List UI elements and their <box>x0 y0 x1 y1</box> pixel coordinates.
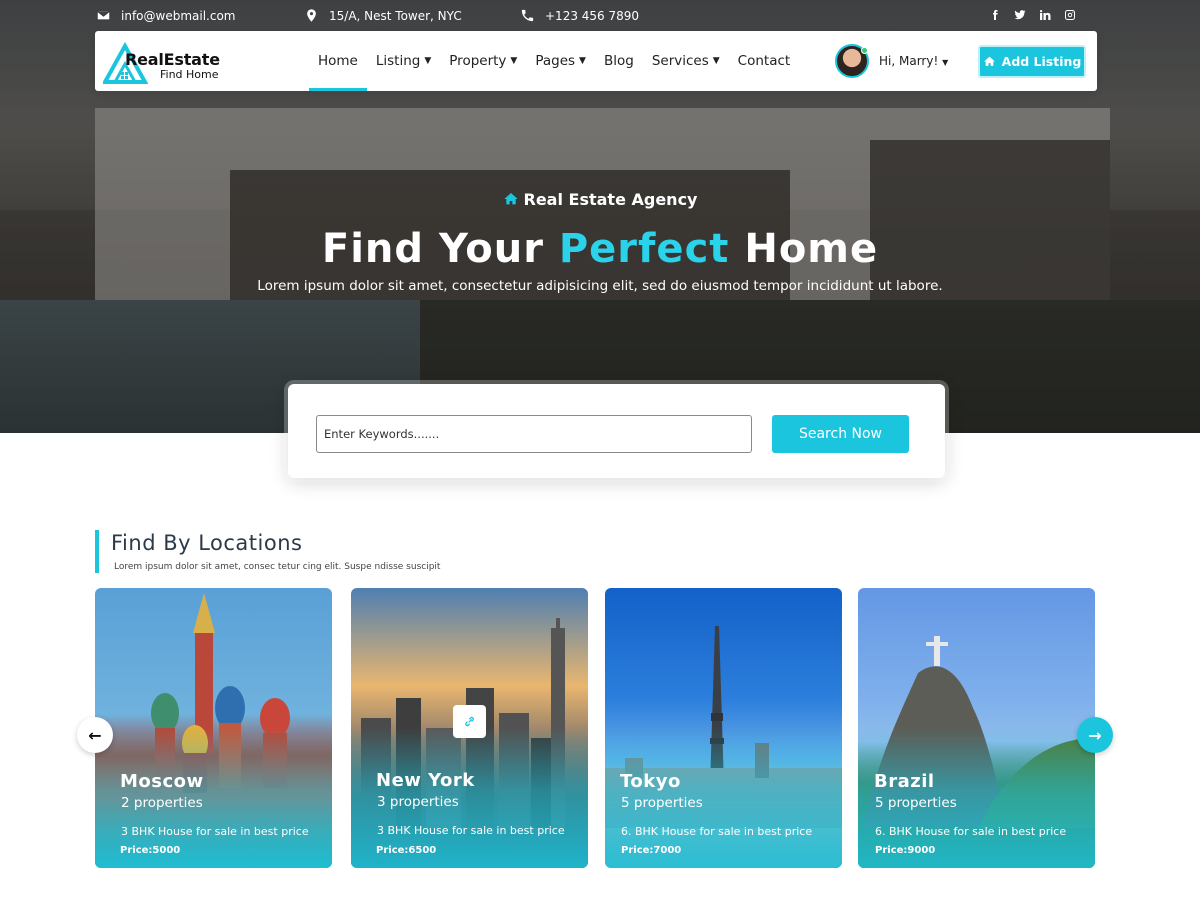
property-description: 3 BHK House for sale in best price <box>121 825 309 838</box>
property-price: Price:6500 <box>376 845 437 856</box>
facebook-icon[interactable] <box>989 9 1001 21</box>
logo-subtitle: Find Home <box>160 68 219 81</box>
nav-item-property[interactable]: Property ▼ <box>440 31 526 91</box>
nav-label: Property <box>449 53 507 69</box>
property-count: 5 properties <box>621 795 703 811</box>
property-count: 5 properties <box>875 795 957 811</box>
property-count: 2 properties <box>121 795 203 811</box>
main-navbar: RealEstate Find Home Home Listing ▼ Prope… <box>95 31 1097 91</box>
address-text: 15/A, Nest Tower, NYC <box>329 8 462 23</box>
nav-item-home[interactable]: Home <box>309 31 367 91</box>
property-description: 6. BHK House for sale in best price <box>875 825 1067 838</box>
home-icon <box>503 193 518 205</box>
nav-label: Pages <box>535 53 576 69</box>
nav-item-listing[interactable]: Listing ▼ <box>367 31 440 91</box>
carousel-prev-button[interactable]: ← <box>77 717 113 753</box>
hero-tagline: Real Estate Agency <box>0 190 1200 209</box>
link-button[interactable] <box>453 705 486 738</box>
linkedin-icon[interactable] <box>1039 9 1051 21</box>
property-count: 3 properties <box>377 794 459 810</box>
phone-contact[interactable]: +123 456 7890 <box>520 8 639 23</box>
nav-label: Listing <box>375 53 421 69</box>
chevron-down-icon: ▼ <box>712 56 720 66</box>
nav-item-pages[interactable]: Pages ▼ <box>526 31 595 91</box>
hero-title-end: Home <box>744 226 879 272</box>
home-icon <box>983 56 995 66</box>
avatar[interactable] <box>835 44 869 78</box>
location-name: Moscow <box>120 771 204 792</box>
location-name: New York <box>376 770 475 791</box>
nav-label: Blog <box>603 53 634 69</box>
search-now-button[interactable]: Search Now <box>772 415 909 453</box>
hero-tag-text: Real Estate Agency <box>523 190 698 209</box>
envelope-icon <box>96 10 111 21</box>
address-contact: 15/A, Nest Tower, NYC <box>304 8 462 23</box>
hero-subtitle: Lorem ipsum dolor sit amet, consectetur … <box>257 278 943 294</box>
instagram-icon[interactable] <box>1064 9 1076 21</box>
nav-item-services[interactable]: Services ▼ <box>643 31 729 91</box>
section-subtitle: Lorem ipsum dolor sit amet, consec tetur… <box>114 562 441 572</box>
property-description: 3 BHK House for sale in best price <box>377 824 565 837</box>
logo-title: RealEstate <box>125 50 220 69</box>
add-listing-label: Add Listing <box>1001 54 1082 69</box>
hero-title-accent: Perfect <box>558 226 730 272</box>
chevron-down-icon: ▼ <box>510 56 518 66</box>
location-card-brazil[interactable]: Brazil 5 properties 6. BHK House for sal… <box>858 588 1095 868</box>
property-description: 6. BHK House for sale in best price <box>621 825 813 838</box>
link-icon <box>465 716 474 727</box>
user-menu[interactable]: Hi, Marry! ▼ <box>835 44 948 78</box>
phone-text: +123 456 7890 <box>545 8 640 23</box>
carousel-next-button[interactable]: → <box>1077 717 1113 753</box>
top-info-bar: info@webmail.com 15/A, Nest Tower, NYC +… <box>0 0 1200 32</box>
location-name: Tokyo <box>620 771 681 792</box>
nav-label: Contact <box>737 53 791 69</box>
email-text: info@webmail.com <box>121 8 236 23</box>
property-price: Price:9000 <box>875 845 936 856</box>
chevron-down-icon: ▼ <box>424 56 432 66</box>
caret-down-icon: ▼ <box>942 58 949 67</box>
location-card-tokyo[interactable]: Tokyo 5 properties 6. BHK House for sale… <box>605 588 842 868</box>
nav-label: Home <box>318 53 358 69</box>
property-price: Price:5000 <box>120 845 181 856</box>
hero-title: Find Your Perfect Home <box>0 226 1200 272</box>
user-greeting[interactable]: Hi, Marry! ▼ <box>879 54 948 68</box>
location-name: Brazil <box>874 771 935 792</box>
section-title: Find By Locations <box>111 531 303 555</box>
nav-label: Services <box>651 53 709 69</box>
location-card-new-york[interactable]: New York 3 properties 3 BHK House for sa… <box>351 588 588 868</box>
phone-icon <box>521 9 534 22</box>
nav-item-blog[interactable]: Blog <box>595 31 643 91</box>
map-pin-icon <box>307 9 316 22</box>
twitter-icon[interactable] <box>1014 9 1026 21</box>
online-status-dot <box>861 47 868 54</box>
keyword-search-input[interactable] <box>316 415 752 453</box>
hero-title-start: Find Your <box>321 226 544 272</box>
social-links <box>989 9 1076 21</box>
nav-menu: Home Listing ▼ Property ▼ Pages ▼ Blog Serv… <box>309 31 799 91</box>
site-logo[interactable]: RealEstate Find Home <box>103 38 228 84</box>
nav-item-contact[interactable]: Contact <box>729 31 800 91</box>
email-contact[interactable]: info@webmail.com <box>96 8 235 23</box>
chevron-down-icon: ▼ <box>579 56 586 66</box>
property-price: Price:7000 <box>621 845 682 856</box>
section-accent-bar <box>95 530 99 573</box>
location-card-moscow[interactable]: Moscow 2 properties 3 BHK House for sale… <box>95 588 332 868</box>
search-panel: Search Now <box>288 384 945 478</box>
user-greeting-text: Hi, Marry! <box>879 54 939 68</box>
add-listing-button[interactable]: Add Listing <box>978 45 1086 78</box>
